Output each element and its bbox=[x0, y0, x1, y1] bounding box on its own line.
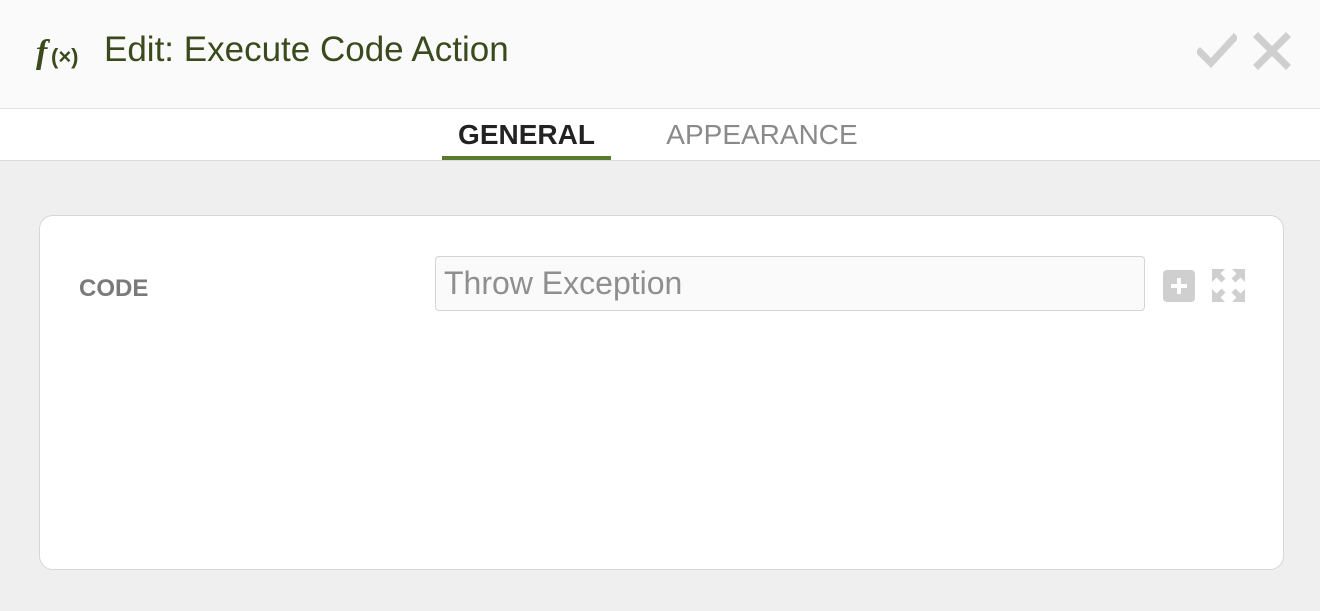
code-input[interactable] bbox=[435, 256, 1145, 311]
plus-square-icon bbox=[1163, 270, 1195, 302]
tab-general[interactable]: GENERAL bbox=[442, 109, 611, 160]
dialog-title: Edit: Execute Code Action bbox=[104, 30, 509, 69]
add-code-button[interactable] bbox=[1163, 270, 1195, 302]
tab-appearance[interactable]: APPEARANCE bbox=[660, 109, 864, 160]
general-form-card: CODE bbox=[39, 215, 1284, 570]
svg-text:f: f bbox=[36, 34, 51, 71]
function-fx-icon: f (×) bbox=[36, 34, 79, 71]
svg-text:(×): (×) bbox=[51, 44, 79, 69]
checkmark-icon bbox=[1195, 33, 1239, 69]
code-label: CODE bbox=[79, 275, 149, 302]
expand-editor-button[interactable] bbox=[1212, 269, 1245, 302]
close-icon bbox=[1253, 32, 1291, 70]
expand-arrows-icon bbox=[1212, 269, 1245, 302]
tab-bar: GENERAL APPEARANCE bbox=[0, 109, 1320, 161]
dialog-header: f (×) Edit: Execute Code Action bbox=[0, 0, 1320, 109]
close-button[interactable] bbox=[1252, 31, 1292, 71]
confirm-button[interactable] bbox=[1195, 31, 1239, 71]
